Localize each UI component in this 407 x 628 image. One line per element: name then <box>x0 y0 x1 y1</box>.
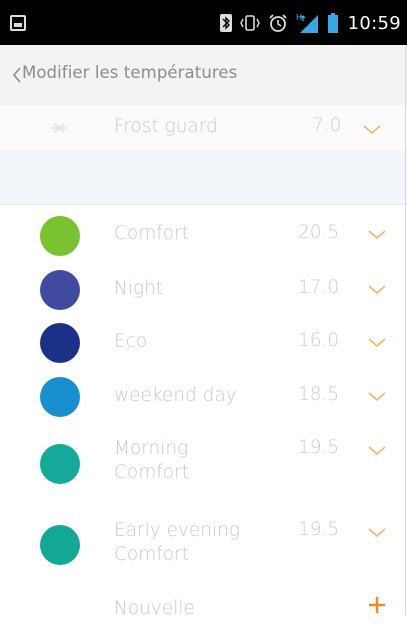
plus-icon[interactable] <box>368 596 386 614</box>
item-label: Early evening Comfort <box>114 520 241 565</box>
item-label: Morning Comfort <box>114 438 189 483</box>
battery-icon <box>327 13 338 33</box>
frost-guard-row[interactable]: Frost guard 7.0 <box>0 105 407 151</box>
chevron-down-icon[interactable] <box>368 528 386 538</box>
color-dot <box>40 377 80 417</box>
list-item[interactable]: Morning Comfort 19.5 <box>0 424 407 507</box>
item-value: 18.5 <box>298 384 340 405</box>
item-label: weekend day <box>114 385 237 406</box>
new-item-label: Nouvelle <box>114 598 195 619</box>
item-label: Night <box>114 278 164 299</box>
frost-guard-label: Frost guard <box>114 116 218 137</box>
item-value: 16.0 <box>298 330 340 351</box>
alarm-icon <box>268 14 287 32</box>
image-icon <box>10 15 26 31</box>
add-new-row[interactable]: Nouvelle <box>0 588 407 628</box>
signal-icon: H <box>296 13 318 33</box>
section-divider <box>0 150 407 205</box>
clock-time: 10:59 <box>347 12 401 34</box>
item-value: 19.5 <box>298 437 340 458</box>
list-item[interactable]: Eco 16.0 <box>0 316 407 370</box>
action-bar: Modifier les températures <box>0 45 407 105</box>
item-value: 19.5 <box>298 519 340 540</box>
chevron-down-icon[interactable] <box>368 392 386 402</box>
status-icons: H 10:59 <box>219 12 407 34</box>
color-dot <box>40 323 80 363</box>
chevron-down-icon[interactable] <box>368 446 386 456</box>
item-label: Eco <box>114 331 148 352</box>
frost-guard-value: 7.0 <box>312 115 342 136</box>
chevron-down-icon[interactable] <box>368 338 386 348</box>
vibrate-icon <box>239 15 260 31</box>
color-dot <box>40 444 80 484</box>
snowflake-icon <box>51 123 67 133</box>
list-item[interactable]: Early evening Comfort 19.5 <box>0 506 407 589</box>
item-label: Comfort <box>114 223 189 244</box>
list-item[interactable]: weekend day 18.5 <box>0 369 407 425</box>
item-value: 20.5 <box>298 222 340 243</box>
bluetooth-icon <box>219 14 232 32</box>
item-value: 17.0 <box>298 277 340 298</box>
list-item[interactable]: Night 17.0 <box>0 263 407 317</box>
status-bar: H 10:59 <box>0 0 407 45</box>
back-chevron-icon[interactable] <box>12 67 22 83</box>
chevron-down-icon[interactable] <box>368 285 386 295</box>
chevron-down-icon[interactable] <box>368 230 386 240</box>
list-item[interactable]: Comfort 20.5 <box>0 205 407 264</box>
color-dot <box>40 525 80 565</box>
color-dot <box>40 270 80 310</box>
chevron-down-icon[interactable] <box>363 125 381 135</box>
color-dot <box>40 216 80 256</box>
page-title[interactable]: Modifier les températures <box>22 63 237 82</box>
